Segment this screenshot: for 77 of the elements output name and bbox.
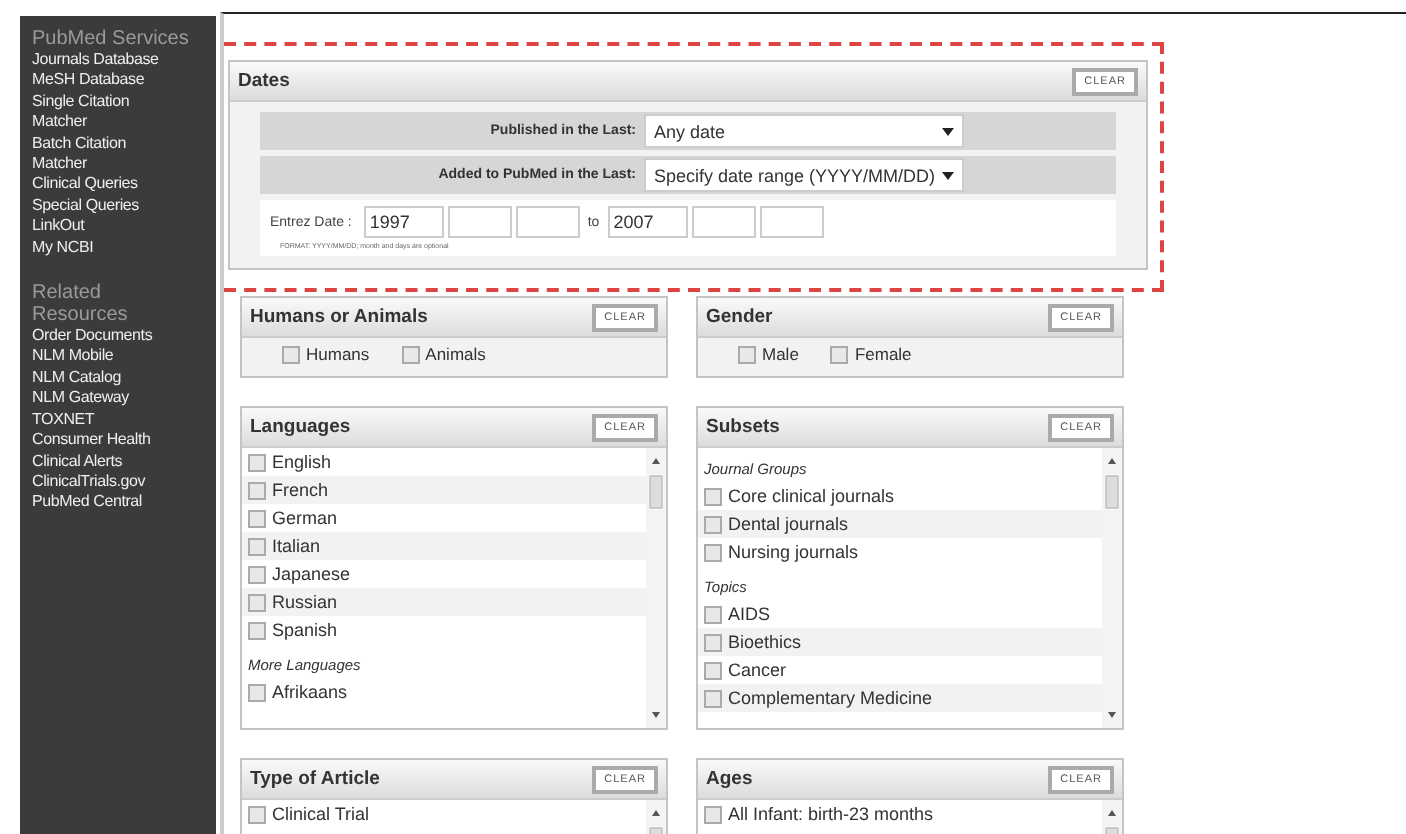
sidebar-link[interactable]: TOXNET xyxy=(32,409,172,431)
option-label[interactable]: Female xyxy=(854,344,912,366)
sidebar-link[interactable]: Clinical Queries xyxy=(32,174,172,196)
option-label[interactable]: English xyxy=(272,452,332,472)
scrollbar-drawing[interactable] xyxy=(1102,448,1122,728)
sidebar-link[interactable]: PubMed Central xyxy=(32,492,172,514)
sidebar-link[interactable]: Consumer Health xyxy=(32,430,172,451)
option-label[interactable]: Male xyxy=(762,344,799,366)
checkbox[interactable] xyxy=(704,487,722,505)
day-field[interactable] xyxy=(759,206,824,238)
scrollbar-drawing[interactable] xyxy=(646,448,666,728)
month-field[interactable] xyxy=(691,206,756,238)
checkbox[interactable] xyxy=(248,481,266,499)
sidebar-link[interactable]: Single Citation Matcher xyxy=(32,91,172,134)
panel-title: Ages xyxy=(706,768,753,790)
option-label[interactable]: French xyxy=(272,480,329,500)
panel-title: Gender xyxy=(706,306,773,328)
checkbox[interactable] xyxy=(738,346,756,364)
option-label[interactable]: Afrikaans xyxy=(272,682,348,702)
checkbox[interactable] xyxy=(830,346,849,364)
option-label[interactable]: Clinical Trial xyxy=(272,804,370,824)
checkbox[interactable] xyxy=(704,543,722,561)
checkbox[interactable] xyxy=(704,515,722,533)
day-field[interactable] xyxy=(515,206,580,238)
option-label[interactable]: Cancer xyxy=(728,660,787,680)
option-label[interactable]: Nursing journals xyxy=(728,542,859,562)
sidebar-heading: PubMed Services xyxy=(32,28,191,50)
option-label[interactable]: Bioethics xyxy=(728,632,802,652)
caret-icon xyxy=(942,171,954,179)
sidebar-link[interactable]: Special Queries xyxy=(32,195,172,217)
caret-icon xyxy=(942,127,954,135)
year-field[interactable]: 1997 xyxy=(363,206,444,238)
checkbox[interactable] xyxy=(248,537,266,555)
sidebar-link[interactable]: Clinical Alerts xyxy=(32,451,172,472)
sidebar-link[interactable]: Journals Database xyxy=(32,50,172,71)
option-label[interactable]: Italian xyxy=(272,536,321,556)
checkbox[interactable] xyxy=(248,565,266,583)
sidebar-link[interactable]: My NCBI xyxy=(32,237,172,259)
checkbox[interactable] xyxy=(704,689,722,707)
year-field[interactable]: 2007 xyxy=(607,206,688,238)
sidebar-heading: Related Resources xyxy=(32,282,130,327)
panel-title: Dates xyxy=(238,70,290,92)
sidebar-link[interactable]: NLM Mobile xyxy=(32,346,172,368)
checkbox[interactable] xyxy=(282,346,300,364)
checkbox[interactable] xyxy=(248,683,266,701)
sidebar-link[interactable]: MeSH Database xyxy=(32,70,172,92)
checkbox[interactable] xyxy=(704,633,722,651)
dropdown[interactable]: Any date xyxy=(644,114,964,148)
dropdown[interactable]: Specify date range (YYYY/MM/DD) xyxy=(644,158,964,192)
checkbox[interactable] xyxy=(704,805,722,823)
sidebar-link[interactable]: LinkOut xyxy=(32,216,172,238)
sidebar-link[interactable]: Order Documents xyxy=(32,326,172,347)
option-label[interactable]: AIDS xyxy=(728,604,771,624)
checkbox[interactable] xyxy=(248,593,266,611)
option-label[interactable]: Humans xyxy=(306,344,370,366)
sidebar-link[interactable]: NLM Gateway xyxy=(32,388,172,410)
month-field[interactable] xyxy=(447,206,512,238)
option-label[interactable]: Russian xyxy=(272,592,338,612)
panel-title: Languages xyxy=(250,416,351,438)
checkbox[interactable] xyxy=(704,605,722,623)
checkbox[interactable] xyxy=(248,509,266,527)
panel-title: Type of Article xyxy=(250,768,380,790)
checkbox[interactable] xyxy=(401,346,420,364)
option-label[interactable]: German xyxy=(272,508,338,528)
option-label[interactable]: Core clinical journals xyxy=(728,486,895,506)
option-label[interactable]: Spanish xyxy=(272,620,338,640)
checkbox[interactable] xyxy=(248,621,266,639)
checkbox[interactable] xyxy=(704,661,722,679)
sidebar-link[interactable]: ClinicalTrials.gov xyxy=(32,471,172,493)
option-label[interactable]: Animals xyxy=(425,344,486,366)
checkbox[interactable] xyxy=(248,453,266,471)
sidebar-link[interactable]: NLM Catalog xyxy=(32,367,172,389)
panel-title: Subsets xyxy=(706,416,780,438)
option-label[interactable]: Japanese xyxy=(272,564,351,584)
checkbox[interactable] xyxy=(248,805,266,823)
sidebar-link[interactable]: Batch Citation Matcher xyxy=(32,133,172,175)
panel-title: Humans or Animals xyxy=(250,306,428,328)
